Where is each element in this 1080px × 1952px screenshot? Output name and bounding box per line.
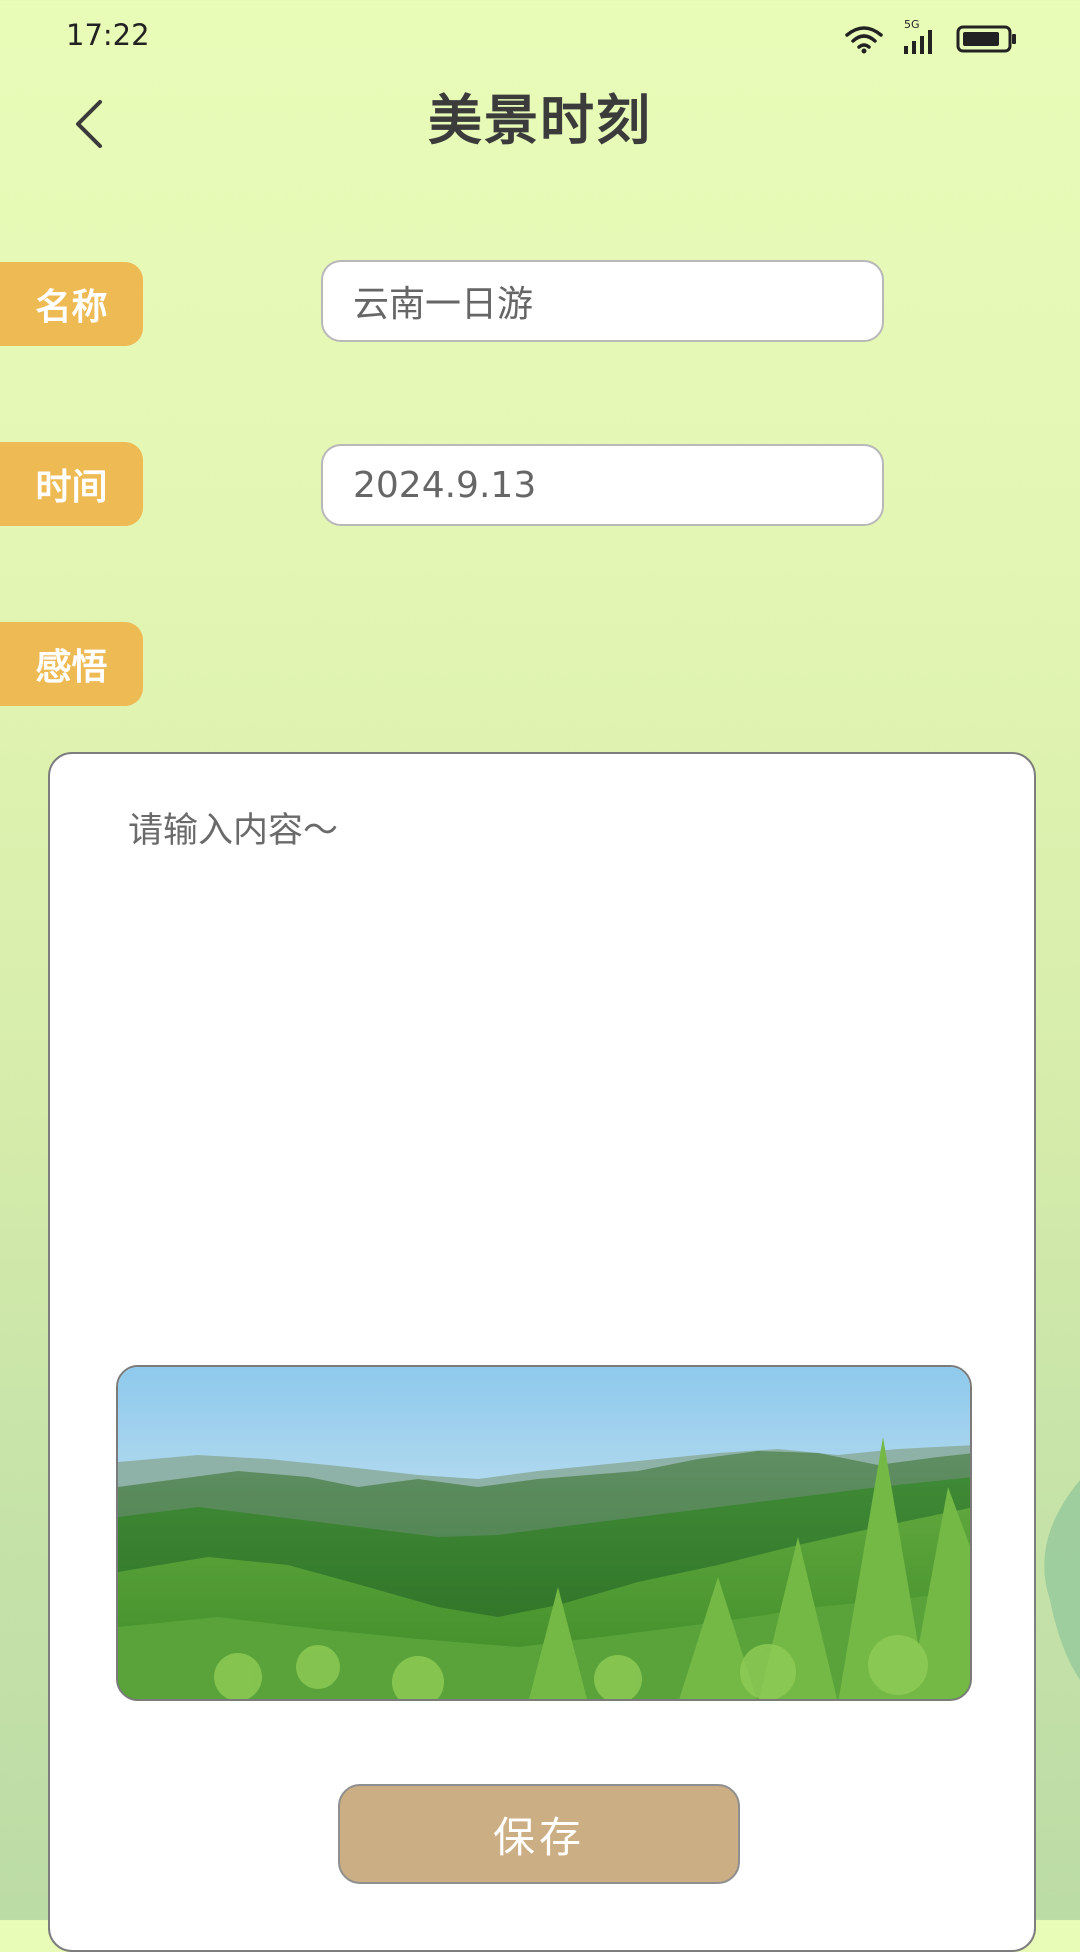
page-title: 美景时刻 <box>428 89 652 152</box>
wifi-icon <box>845 26 883 54</box>
save-button[interactable]: 保存 <box>338 1784 740 1884</box>
thought-label: 感悟 <box>0 622 143 706</box>
name-label: 名称 <box>0 262 143 346</box>
status-time: 17:22 <box>66 18 150 52</box>
status-icons: 5G <box>844 18 1018 56</box>
content-placeholder[interactable]: 请输入内容～ <box>128 802 338 853</box>
time-label: 时间 <box>0 442 143 526</box>
landscape-photo[interactable] <box>116 1365 972 1701</box>
battery-icon <box>956 25 1016 53</box>
signal-icon: 5G <box>902 18 938 56</box>
content-card[interactable] <box>48 752 1036 1952</box>
time-input[interactable]: 2024.9.13 <box>321 444 884 526</box>
name-input[interactable]: 云南一日游 <box>321 260 884 342</box>
